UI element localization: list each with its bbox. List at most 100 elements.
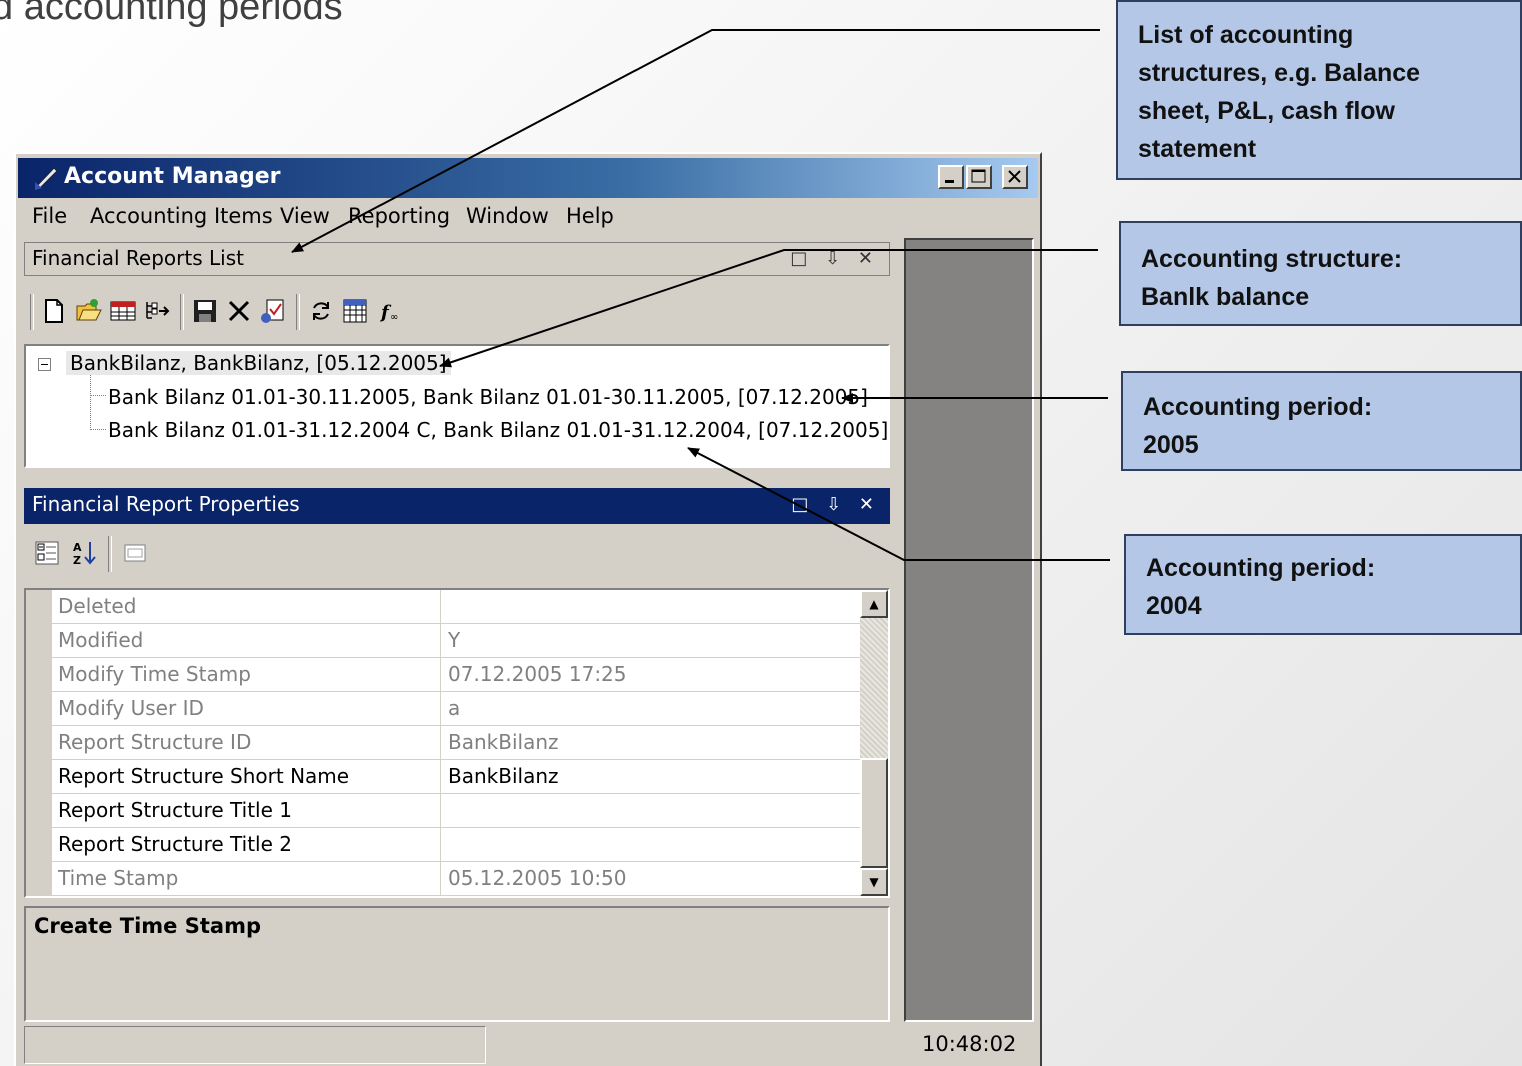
side-pane (904, 238, 1034, 1022)
grid-gutter (26, 590, 52, 896)
toolbar-separator (180, 294, 184, 330)
properties-title: Financial Report Properties (32, 492, 300, 516)
property-name: Modify Time Stamp (58, 662, 251, 686)
property-name: Report Structure Title 1 (58, 798, 292, 822)
property-name: Modify User ID (58, 696, 204, 720)
properties-toolbar: AZ (30, 534, 190, 574)
reports-list-title: Financial Reports List (32, 246, 244, 270)
categorized-icon[interactable] (32, 538, 62, 568)
menu-file[interactable]: File (32, 204, 67, 228)
status-clock: 10:48:02 (922, 1032, 1017, 1056)
table-row[interactable]: Modify Time Stamp 07.12.2005 17:25 (52, 658, 860, 692)
svg-text:A: A (73, 541, 82, 554)
close-button[interactable] (1002, 165, 1028, 189)
vertical-scrollbar[interactable]: ▲ ▼ (860, 590, 888, 896)
callout-line: Accounting period: (1146, 554, 1376, 582)
menu-view[interactable]: View (280, 204, 330, 228)
svg-text:Z: Z (73, 554, 81, 567)
scroll-up-icon[interactable]: ▲ (860, 590, 888, 618)
reports-tree[interactable]: BankBilanz, BankBilanz, [05.12.2005] Ban… (24, 344, 890, 468)
table-row[interactable]: Report Structure Short Name BankBilanz (52, 760, 860, 794)
menu-reporting[interactable]: Reporting (348, 204, 450, 228)
column-divider (440, 760, 441, 794)
maximize-button[interactable] (966, 165, 992, 189)
tree-line (90, 395, 106, 396)
toolbar-separator (108, 536, 112, 572)
sort-alpha-icon[interactable]: AZ (70, 538, 100, 568)
save-icon[interactable] (190, 296, 220, 326)
property-value[interactable]: a (448, 696, 460, 720)
column-divider (440, 658, 441, 692)
property-name: Report Structure Title 2 (58, 832, 292, 856)
toolbar-separator (30, 294, 34, 330)
property-value[interactable]: BankBilanz (448, 730, 559, 754)
title-bar[interactable]: Account Manager (18, 158, 1038, 198)
menu-accounting-items[interactable]: Accounting Items (90, 204, 273, 228)
callout-accounting-structure: Accounting structure: Banlk balance (1119, 221, 1522, 326)
description-pane: Create Time Stamp (24, 906, 890, 1022)
property-value[interactable]: BankBilanz (448, 764, 559, 788)
callout-line: 2004 (1146, 592, 1202, 620)
property-value[interactable]: 05.12.2005 10:50 (448, 866, 627, 890)
tree-node-root[interactable]: BankBilanz, BankBilanz, [05.12.2005] (66, 351, 451, 375)
refresh-icon[interactable] (306, 296, 336, 326)
property-pages-icon[interactable] (120, 538, 150, 568)
column-divider (440, 794, 441, 828)
function-icon[interactable]: f ∞ (376, 296, 406, 326)
tree-line (90, 374, 91, 430)
column-divider (440, 624, 441, 658)
toolbar-separator (296, 294, 300, 330)
description-title: Create Time Stamp (34, 914, 261, 938)
table-row[interactable]: Report Structure Title 1 (52, 794, 860, 828)
app-icon (34, 167, 58, 191)
check-doc-icon[interactable] (258, 296, 288, 326)
menu-window[interactable]: Window (466, 204, 549, 228)
tree-line (90, 429, 106, 430)
tree-node-period-2004[interactable]: Bank Bilanz 01.01-31.12.2004 C, Bank Bil… (108, 418, 888, 442)
panel-controls-icon[interactable]: □ ⇩ ✕ (790, 248, 879, 269)
table-row[interactable]: Time Stamp 05.12.2005 10:50 (52, 862, 860, 896)
table-row[interactable]: Report Structure ID BankBilanz (52, 726, 860, 760)
new-file-icon[interactable] (38, 296, 68, 326)
close-icon (1008, 170, 1021, 183)
table-icon[interactable] (108, 296, 138, 326)
maximize-icon (971, 169, 986, 183)
panel-controls-icon[interactable]: □ ⇩ ✕ (791, 494, 880, 515)
column-divider (440, 692, 441, 726)
minimize-button[interactable] (938, 165, 964, 189)
tree-node-period-2005[interactable]: Bank Bilanz 01.01-30.11.2005, Bank Bilan… (108, 385, 868, 409)
slide-title: d accounting periods (0, 0, 343, 28)
window-title: Account Manager (64, 164, 281, 189)
callout-line: Accounting structure: (1141, 245, 1403, 273)
menu-help[interactable]: Help (566, 204, 614, 228)
properties-grid[interactable]: Deleted Modified Y Modify Time Stamp 07.12.2… (24, 588, 890, 898)
svg-text:∞: ∞ (390, 312, 398, 323)
table-row[interactable]: Modify User ID a (52, 692, 860, 726)
tree-export-icon[interactable] (142, 296, 172, 326)
property-value[interactable]: Y (448, 628, 460, 652)
property-name: Time Stamp (58, 866, 179, 890)
reports-list-header: Financial Reports List □ ⇩ ✕ (24, 242, 890, 276)
callout-period-2004: Accounting period: 2004 (1124, 534, 1522, 635)
scroll-thumb[interactable] (860, 758, 888, 868)
reports-toolbar: f ∞ (30, 292, 550, 332)
callout-line: statement (1138, 135, 1257, 163)
table-row[interactable]: Modified Y (52, 624, 860, 658)
callout-line: sheet, P&L, cash flow (1138, 97, 1396, 125)
callout-period-2005: Accounting period: 2005 (1121, 371, 1522, 471)
properties-header: Financial Report Properties □ ⇩ ✕ (24, 488, 890, 524)
open-folder-icon[interactable] (74, 296, 104, 326)
scroll-down-icon[interactable]: ▼ (860, 868, 888, 896)
collapse-icon[interactable] (38, 358, 51, 371)
account-manager-window: Account Manager File Accounting Items Vi… (14, 152, 1042, 1066)
status-bar-panel (24, 1026, 486, 1064)
property-value[interactable]: 07.12.2005 17:25 (448, 662, 627, 686)
callout-line: Accounting period: (1143, 393, 1373, 421)
grid-icon[interactable] (340, 296, 370, 326)
table-row[interactable]: Report Structure Title 2 (52, 828, 860, 862)
delete-icon[interactable] (224, 296, 254, 326)
table-row[interactable]: Deleted (52, 590, 860, 624)
minimize-icon (945, 180, 954, 183)
property-name: Deleted (58, 594, 137, 618)
column-divider (440, 828, 441, 862)
